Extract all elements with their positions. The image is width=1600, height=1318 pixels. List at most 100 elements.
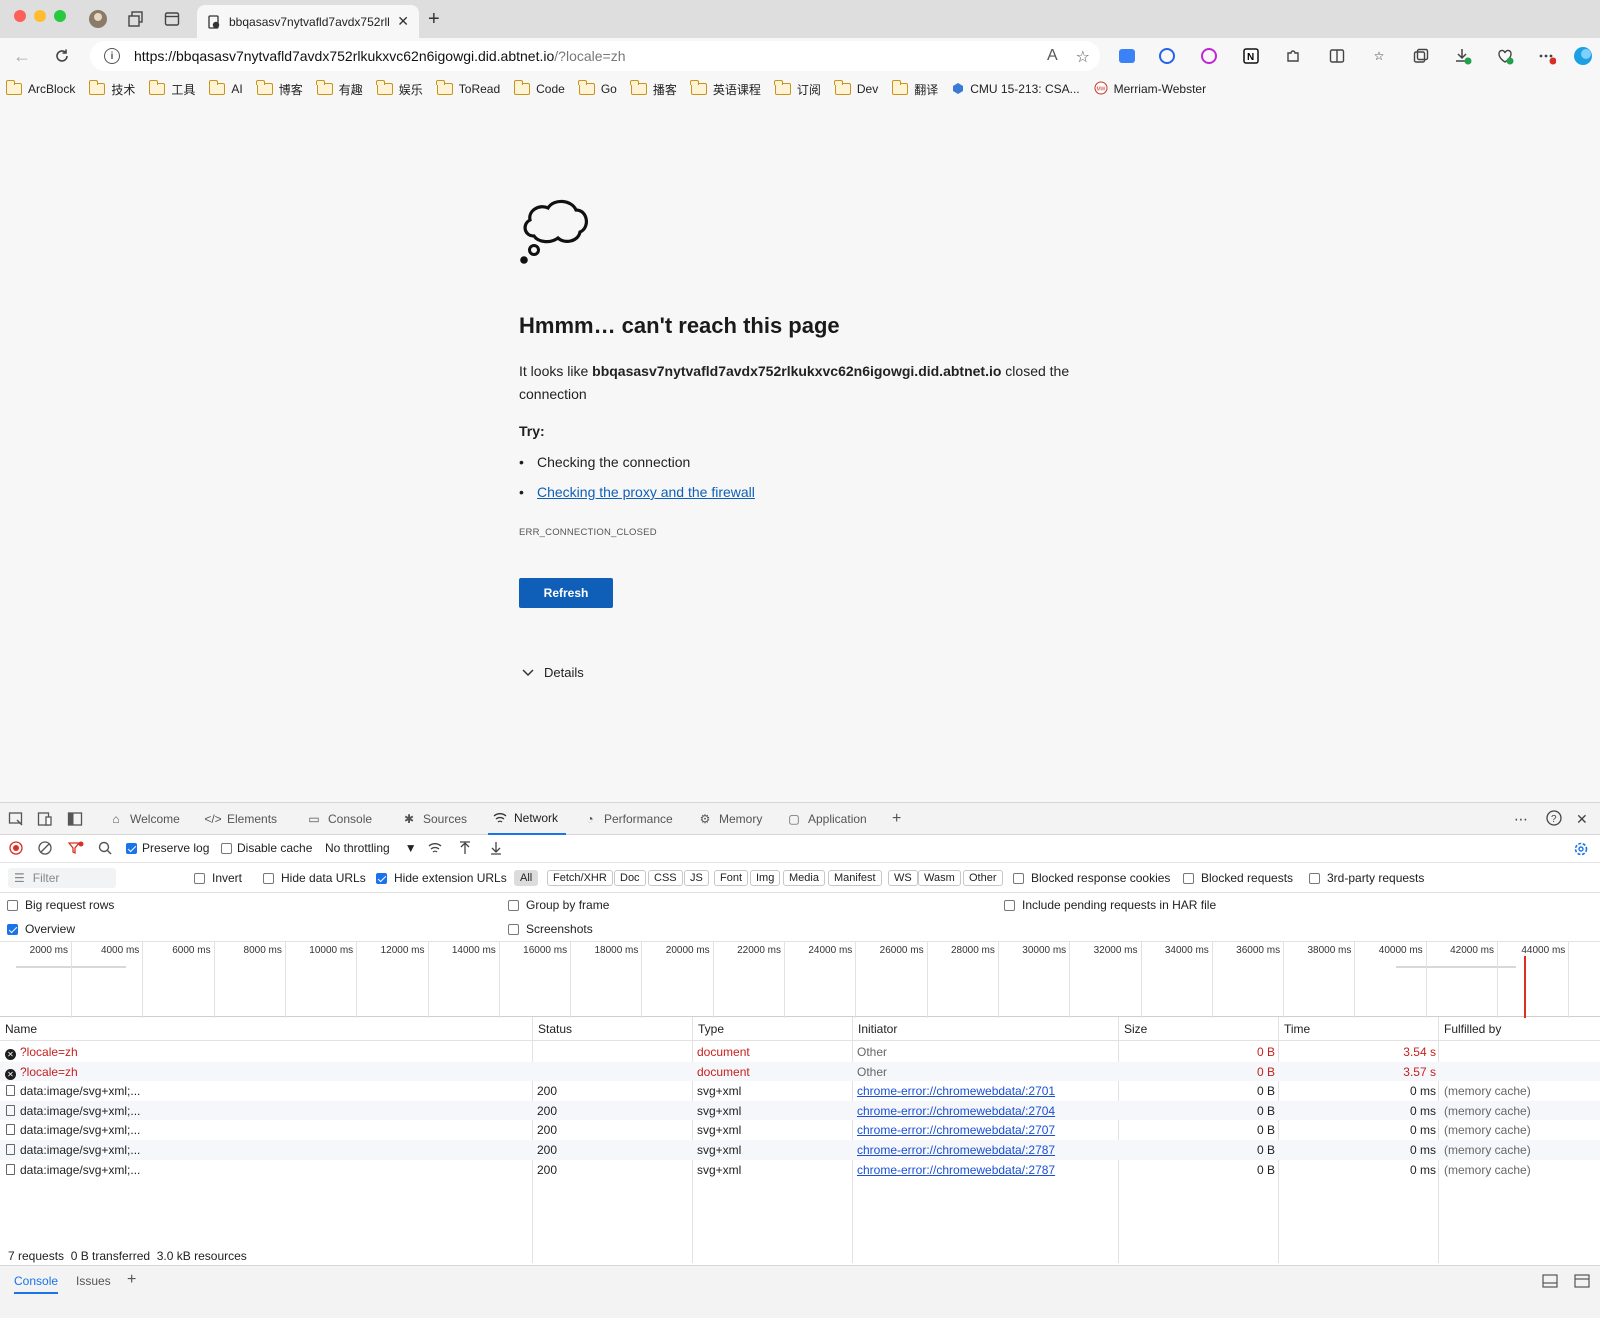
extension-icon[interactable] <box>1156 45 1178 67</box>
filter-input[interactable]: ☰ Filter <box>8 868 116 888</box>
bookmark-item[interactable]: 工具 <box>148 80 195 98</box>
tab-application[interactable]: ▢ Application <box>786 803 866 835</box>
filter-chip[interactable]: Img <box>750 870 781 886</box>
favorites-icon[interactable]: ☆ <box>1368 45 1390 67</box>
filter-chip[interactable]: Font <box>714 870 749 886</box>
filter-chip[interactable]: Wasm <box>918 870 961 886</box>
bookmark-item[interactable]: Dev <box>834 80 878 96</box>
back-button[interactable]: ← <box>10 44 34 68</box>
column-header-type[interactable]: Type <box>693 1017 853 1041</box>
tab-performance[interactable]: ◔ Performance <box>582 803 672 835</box>
bookmark-item[interactable]: ToRead <box>436 80 500 96</box>
workspaces-icon[interactable] <box>126 9 146 29</box>
filter-chip[interactable]: Doc <box>614 870 646 886</box>
browser-tab-active[interactable]: bbqasasv7nytvafld7avdx752rlk ✕ <box>197 5 419 38</box>
table-row[interactable]: ✕ ?locale=zh document Other 0 B 3.54 s <box>0 1042 1600 1062</box>
request-initiator-link[interactable]: chrome-error://chromewebdata/:2704 <box>857 1104 1055 1118</box>
invert-checkbox[interactable]: Invert <box>194 871 242 885</box>
dock-side-icon[interactable] <box>67 803 83 835</box>
more-tools-add-icon[interactable]: + <box>892 803 901 835</box>
bookmark-item[interactable]: 播客 <box>630 80 677 98</box>
tab-sources[interactable]: ✱ Sources <box>401 803 467 835</box>
overview-checkbox[interactable]: Overview <box>7 922 75 936</box>
network-settings-gear-icon[interactable] <box>1573 841 1589 857</box>
table-row[interactable]: data:image/svg+xml;... 200 svg+xml chrome-e… <box>0 1160 1600 1180</box>
extension-icon[interactable] <box>1198 45 1220 67</box>
export-har-icon[interactable] <box>490 841 502 855</box>
close-tab-icon[interactable]: ✕ <box>397 13 409 30</box>
table-row[interactable]: data:image/svg+xml;... 200 svg+xml chrome-e… <box>0 1120 1600 1140</box>
dock-drawer-icon[interactable] <box>1542 1274 1558 1291</box>
tab-console[interactable]: ▭ Console <box>306 803 372 835</box>
more-options-icon[interactable]: ⋯ <box>1514 811 1528 828</box>
network-conditions-icon[interactable] <box>428 841 444 855</box>
refresh-button[interactable]: Refresh <box>519 578 613 608</box>
big-request-rows-checkbox[interactable]: Big request rows <box>7 898 114 912</box>
hide-extension-urls-checkbox[interactable]: Hide extension URLs <box>376 871 507 885</box>
inspect-element-icon[interactable] <box>8 803 24 835</box>
third-party-requests-checkbox[interactable]: 3rd-party requests <box>1309 871 1424 885</box>
address-bar[interactable]: i https://bbqasasv7nytvafld7avdx752rlkuk… <box>90 41 1100 71</box>
filter-chip[interactable]: All <box>514 870 539 886</box>
copilot-icon[interactable] <box>1572 45 1594 67</box>
bookmark-item[interactable]: AI <box>208 80 243 96</box>
collections-icon[interactable] <box>1410 45 1432 67</box>
maximize-window-button[interactable] <box>54 10 66 22</box>
blocked-requests-checkbox[interactable]: Blocked requests <box>1183 871 1293 885</box>
new-tab-button[interactable]: + <box>428 8 440 31</box>
column-header-initiator[interactable]: Initiator <box>853 1017 1119 1041</box>
filter-chip[interactable]: JS <box>684 870 709 886</box>
bookmark-item[interactable]: MW Merriam-Webster <box>1094 81 1206 98</box>
proxy-firewall-link[interactable]: Checking the proxy and the firewall <box>537 484 755 500</box>
request-initiator-link[interactable]: chrome-error://chromewebdata/:2787 <box>857 1143 1055 1157</box>
reload-button[interactable] <box>50 44 74 68</box>
bookmark-item[interactable]: 有趣 <box>316 80 363 98</box>
bookmark-item[interactable]: ArcBlock <box>5 80 75 96</box>
bookmark-item[interactable]: 博客 <box>256 80 303 98</box>
device-emulation-icon[interactable] <box>37 803 53 835</box>
tab-elements[interactable]: </> Elements <box>204 803 277 835</box>
screenshots-checkbox[interactable]: Screenshots <box>508 922 593 936</box>
network-overview-timeline[interactable]: 2000 ms 4000 ms 6000 ms 8000 ms 10000 ms 1200… <box>0 941 1600 1018</box>
table-row[interactable]: data:image/svg+xml;... 200 svg+xml chrome-e… <box>0 1081 1600 1101</box>
details-toggle[interactable]: Details <box>522 665 584 680</box>
filter-chip[interactable]: Manifest <box>828 870 882 886</box>
bookmark-item[interactable]: Go <box>578 80 617 96</box>
notion-icon[interactable]: N <box>1240 45 1262 67</box>
throttling-select[interactable]: No throttling ▼ <box>325 841 417 855</box>
help-icon[interactable]: ? <box>1546 810 1562 829</box>
table-row[interactable]: data:image/svg+xml;... 200 svg+xml chrome-e… <box>0 1100 1600 1121</box>
group-by-frame-checkbox[interactable]: Group by frame <box>508 898 609 912</box>
close-devtools-icon[interactable]: ✕ <box>1576 811 1588 828</box>
site-info-icon[interactable]: i <box>104 48 120 64</box>
filter-chip[interactable]: Other <box>963 870 1003 886</box>
column-header-name[interactable]: Name <box>0 1017 533 1041</box>
bookmark-item[interactable]: 订阅 <box>774 80 821 98</box>
browser-essentials-icon[interactable] <box>1494 45 1516 67</box>
filter-funnel-icon[interactable] <box>68 841 84 855</box>
add-drawer-tab-icon[interactable]: + <box>127 1271 136 1289</box>
column-header-fulfilled-by[interactable]: Fulfilled by <box>1439 1017 1600 1041</box>
bookmark-item[interactable]: 英语课程 <box>690 80 761 98</box>
blocked-response-cookies-checkbox[interactable]: Blocked response cookies <box>1013 871 1170 885</box>
profile-avatar[interactable] <box>88 9 108 29</box>
favorite-star-icon[interactable]: ☆ <box>1076 47 1090 67</box>
column-header-size[interactable]: Size <box>1119 1017 1279 1041</box>
search-icon[interactable] <box>98 841 112 855</box>
read-aloud-icon[interactable]: A <box>1047 47 1058 67</box>
minimize-window-button[interactable] <box>34 10 46 22</box>
split-screen-icon[interactable] <box>1326 45 1348 67</box>
extension-icon[interactable] <box>1116 45 1138 67</box>
column-header-status[interactable]: Status <box>533 1017 693 1041</box>
column-header-time[interactable]: Time <box>1279 1017 1439 1041</box>
clear-icon[interactable] <box>38 841 52 855</box>
downloads-icon[interactable] <box>1452 45 1474 67</box>
settings-more-icon[interactable] <box>1536 45 1558 67</box>
request-initiator-link[interactable]: chrome-error://chromewebdata/:2707 <box>857 1123 1055 1137</box>
bookmark-item[interactable]: 娱乐 <box>376 80 423 98</box>
close-window-button[interactable] <box>14 10 26 22</box>
hide-data-urls-checkbox[interactable]: Hide data URLs <box>263 871 366 885</box>
table-row[interactable]: ✕ ?locale=zh document Other 0 B 3.57 s <box>0 1061 1600 1082</box>
tab-memory[interactable]: ⚙ Memory <box>697 803 763 835</box>
bookmark-item[interactable]: Code <box>513 80 565 96</box>
